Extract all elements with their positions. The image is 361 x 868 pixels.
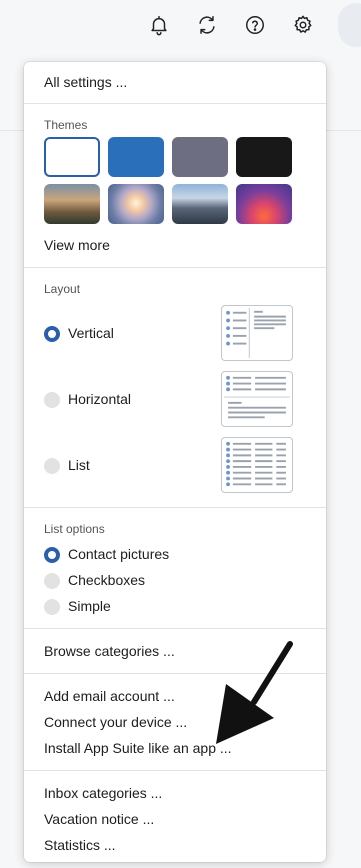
layout-list-preview[interactable] xyxy=(221,437,293,493)
inbox-categories-item[interactable]: Inbox categories ... xyxy=(44,785,162,801)
layout-section: Layout Vertical Horizontal List xyxy=(24,267,326,508)
all-settings-item[interactable]: All settings ... xyxy=(44,74,127,90)
annotation-arrow-icon xyxy=(216,641,293,744)
divider xyxy=(326,130,361,131)
gear-icon[interactable] xyxy=(292,14,314,36)
list-options-section: List options Contact pictures Checkboxes… xyxy=(24,507,326,628)
themes-title: Themes xyxy=(44,118,88,132)
mail-tools-section: Inbox categories ... Vacation notice ...… xyxy=(24,770,326,862)
browse-categories-item[interactable]: Browse categories ... xyxy=(44,643,175,659)
avatar[interactable] xyxy=(338,3,361,47)
contact-pictures-radio[interactable] xyxy=(44,547,60,563)
list-options-title: List options xyxy=(44,522,105,536)
help-icon[interactable] xyxy=(244,14,266,36)
layout-title: Layout xyxy=(44,282,81,296)
simple-radio[interactable] xyxy=(44,599,60,615)
checkboxes-radio[interactable] xyxy=(44,573,60,589)
theme-blue-swatch[interactable] xyxy=(108,137,164,177)
statistics-item[interactable]: Statistics ... xyxy=(44,837,116,853)
checkboxes-label[interactable]: Checkboxes xyxy=(68,572,145,588)
themes-section: Themes View more xyxy=(24,103,326,268)
install-app-item[interactable]: Install App Suite like an app ... xyxy=(44,740,232,756)
theme-glow-swatch[interactable] xyxy=(236,184,292,224)
refresh-icon[interactable] xyxy=(196,14,218,36)
top-toolbar xyxy=(0,0,361,62)
divider xyxy=(0,130,24,131)
theme-black-swatch[interactable] xyxy=(236,137,292,177)
layout-horizontal-preview[interactable] xyxy=(221,371,293,427)
layout-vertical-label[interactable]: Vertical xyxy=(68,325,114,341)
theme-beach-swatch[interactable] xyxy=(108,184,164,224)
contact-pictures-label[interactable]: Contact pictures xyxy=(68,546,169,562)
layout-horizontal-radio[interactable] xyxy=(44,392,60,408)
layout-horizontal-label[interactable]: Horizontal xyxy=(68,391,131,407)
bell-icon[interactable] xyxy=(148,14,170,36)
connect-device-item[interactable]: Connect your device ... xyxy=(44,714,187,730)
simple-label[interactable]: Simple xyxy=(68,598,111,614)
layout-list-radio[interactable] xyxy=(44,458,60,474)
theme-city-swatch[interactable] xyxy=(172,184,228,224)
layout-list-label[interactable]: List xyxy=(68,457,90,473)
theme-gray-swatch[interactable] xyxy=(172,137,228,177)
theme-white-swatch[interactable] xyxy=(44,137,100,177)
vacation-notice-item[interactable]: Vacation notice ... xyxy=(44,811,154,827)
layout-vertical-radio[interactable] xyxy=(44,326,60,342)
add-email-account-item[interactable]: Add email account ... xyxy=(44,688,175,704)
theme-mountain-swatch[interactable] xyxy=(44,184,100,224)
layout-vertical-preview[interactable] xyxy=(221,305,293,361)
view-more-link[interactable]: View more xyxy=(44,237,110,253)
